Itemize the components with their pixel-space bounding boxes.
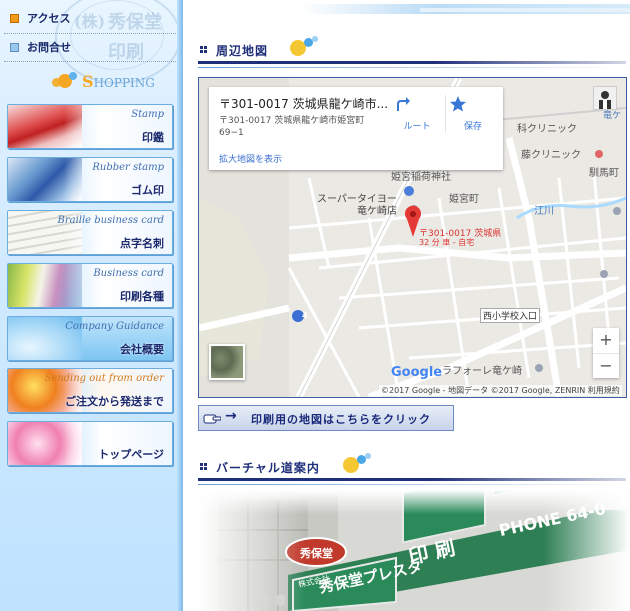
banner-top-page[interactable]: トップページ [7, 421, 173, 466]
save-label: 保存 [463, 122, 482, 132]
top-decoration [420, 8, 630, 12]
map-attribution[interactable]: ©2017 Google - 地図データ ©2017 Google, ZENRI… [379, 385, 622, 396]
sidebar-link-access-label: アクセス [27, 12, 71, 25]
banner-company-guidance-jp: 会社概要 [120, 343, 164, 356]
enlarge-map-link[interactable]: 拡大地図を表示 [219, 152, 282, 165]
shopping-label-rest: HOPPING [93, 76, 155, 90]
shopping-heading: SHOPPING [52, 70, 178, 92]
google-map[interactable]: 4 科クリニック 藤クリニック 馴馬町 姫宮稲荷神社 姫宮町 スーパータイヨー … [198, 77, 627, 398]
zoom-control: + − [593, 328, 619, 378]
place-info-card: 〒301-0017 茨城県龍ケ崎市... 〒301-0017 茨城県龍ケ崎市姫宮… [209, 87, 503, 170]
banner-company-guidance-en: Company Guidance [65, 321, 164, 332]
route-number: 4 [302, 311, 308, 320]
shopping-label: SHOPPING [82, 72, 155, 91]
decorative-dot-icon [312, 36, 318, 42]
print-map-button[interactable]: → 印刷用の地図はこちらをクリック [198, 405, 454, 431]
place-title: 〒301-0017 茨城県龍ケ崎市... [219, 97, 389, 111]
banner-rubber-stamp-en: Rubber stamp [92, 162, 164, 173]
storefront-photo: 秀保堂 株式会社 秀保堂プレスタ 印 刷 PHONE 64-0 印 章 [198, 490, 630, 611]
map-label: 竜ケ崎店 [357, 206, 397, 217]
zoom-in-button[interactable]: + [593, 328, 619, 354]
banner-stamp-en: Stamp [131, 109, 164, 120]
banner-rubber-stamp[interactable]: Rubber stamp ゴム印 [7, 157, 173, 202]
sign-stamp: 印 章 [258, 594, 287, 608]
map-marker-icon[interactable] [404, 203, 422, 237]
section-title-virtual-guide: バーチャル道案内 [216, 461, 320, 475]
pointing-hand-icon [203, 414, 221, 424]
banner-order-flow-en: Sending out from order [44, 373, 164, 384]
map-label: 藤クリニック [521, 150, 581, 161]
save-button[interactable]: 保存 [449, 93, 497, 133]
banner-order-flow[interactable]: Sending out from order ご注文から発送まで [7, 368, 173, 413]
google-logo: Google [391, 365, 442, 380]
place-address-line1: 〒301-0017 茨城県龍ケ崎市姫宮町 [219, 116, 365, 126]
route-button[interactable]: ルート [393, 93, 441, 133]
map-label: 科クリニック [517, 124, 577, 135]
map-label: 馴馬町 [589, 168, 619, 179]
map-label: 江川 [534, 206, 554, 217]
satellite-toggle-button[interactable] [209, 344, 245, 380]
map-label: 姫宮町 [449, 194, 479, 205]
star-icon [450, 96, 466, 112]
decorative-dot-icon [365, 453, 371, 459]
banner-stamp-jp: 印鑑 [142, 131, 164, 144]
banner-business-card-en: Business card [93, 268, 164, 279]
section-bullet-icon [200, 46, 208, 54]
sign-brand: 秀保堂 [300, 547, 333, 560]
banner-braille-card[interactable]: Braille business card 点字名刺 [7, 210, 173, 255]
banner-stamp[interactable]: Stamp 印鑑 [7, 104, 173, 149]
sidebar-link-contact[interactable]: お問合せ [4, 35, 174, 59]
banner-braille-card-jp: 点字名刺 [120, 237, 164, 250]
zoom-out-button[interactable]: − [593, 354, 619, 379]
banner-rubber-stamp-jp: ゴム印 [131, 184, 164, 197]
arrow-right-icon: → [225, 408, 237, 424]
banner-business-card[interactable]: Business card 印刷各種 [7, 263, 173, 308]
section-title-map: 周辺地図 [216, 44, 269, 58]
section-header-map: 周辺地図 [198, 36, 626, 68]
banner-business-card-jp: 印刷各種 [120, 290, 164, 303]
banner-order-flow-jp: ご注文から発送まで [65, 395, 164, 408]
bullet-icon [10, 42, 19, 52]
directions-icon [397, 97, 410, 111]
place-address-line2: 69−1 [219, 128, 244, 138]
map-label: ラフォーレ竜ケ崎 [442, 366, 522, 377]
sidebar-link-contact-label: お問合せ [27, 41, 71, 54]
place-address: 〒301-0017 茨城県龍ケ崎市姫宮町 69−1 [219, 115, 389, 139]
google-logo-text: Google [391, 365, 443, 380]
user-avatar[interactable] [593, 86, 617, 110]
sidebar-divider [4, 33, 176, 34]
section-header-virtual-guide: バーチャル道案内 [198, 453, 626, 485]
banner-braille-card-en: Braille business card [57, 215, 165, 226]
route-label: ルート [403, 122, 431, 132]
map-label: 西小学校入口 [480, 308, 541, 323]
sidebar: (株) 秀保堂 印刷 アクセス お問合せ SHOPPING Stamp 印鑑 R… [0, 0, 183, 611]
map-label: 姫宮稲荷神社 [391, 172, 451, 183]
print-map-label: 印刷用の地図はこちらをクリック [251, 413, 431, 426]
section-bullet-icon [200, 463, 208, 471]
bullet-icon [10, 13, 19, 23]
marker-travel-time: 32 分 車 - 自宅 [419, 238, 475, 247]
banner-company-guidance[interactable]: Company Guidance 会社概要 [7, 316, 173, 361]
sidebar-link-access[interactable]: アクセス [4, 6, 174, 30]
banner-top-page-jp: トップページ [98, 448, 164, 461]
shopping-label-first: S [82, 72, 94, 91]
sidebar-divider [4, 61, 176, 62]
